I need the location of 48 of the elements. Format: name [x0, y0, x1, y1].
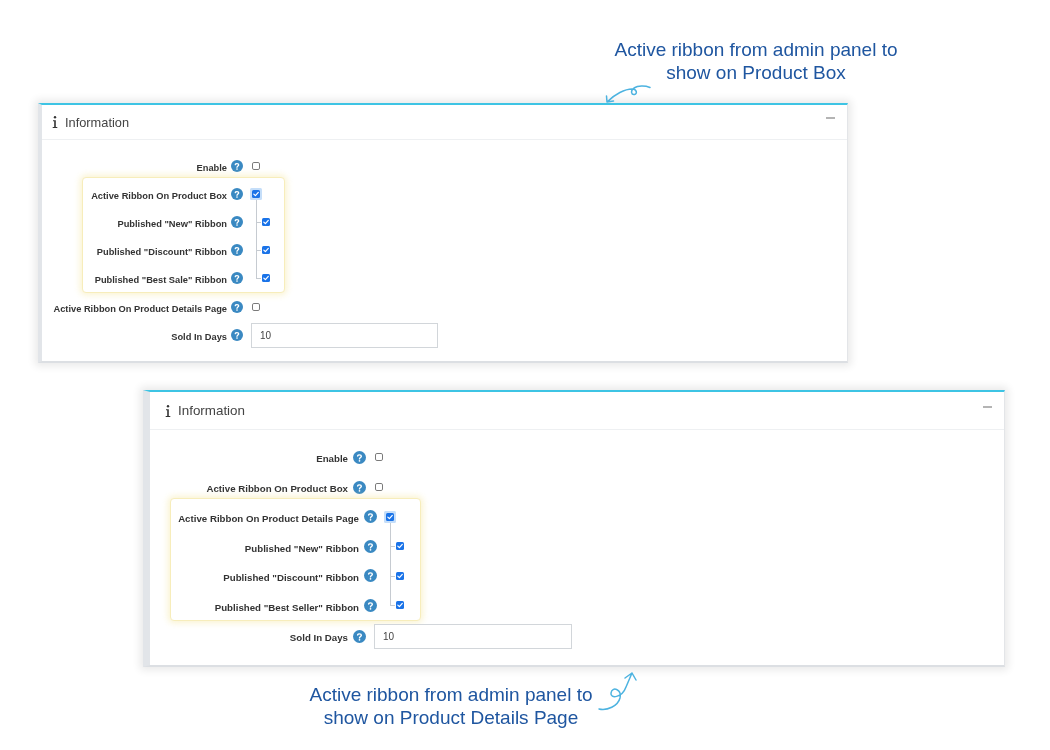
field-label: Sold In Days	[171, 332, 227, 343]
checkbox[interactable]	[252, 162, 260, 170]
checkbox[interactable]	[396, 601, 404, 610]
checkbox[interactable]	[396, 571, 404, 580]
help-icon[interactable]	[231, 301, 243, 313]
input-field[interactable]: 10	[251, 322, 438, 348]
field-label: Active Ribbon On Product Box	[91, 191, 227, 202]
help-icon[interactable]	[231, 329, 243, 341]
help-icon[interactable]	[353, 480, 366, 494]
field-label: Published "New" Ribbon	[117, 219, 227, 230]
field-label: Published "Best Seller" Ribbon	[214, 601, 359, 613]
field-label: Active Ribbon On Product Box	[206, 483, 348, 495]
help-icon[interactable]	[364, 598, 377, 612]
panel-title: Information	[65, 114, 130, 130]
input-field[interactable]: 10	[374, 623, 572, 649]
help-icon[interactable]	[353, 450, 366, 464]
minus-icon[interactable]	[983, 405, 992, 408]
annotation-text: Active ribbon from admin panel to show on Product Box	[613, 38, 899, 84]
help-icon[interactable]	[364, 539, 377, 553]
help-icon[interactable]	[231, 160, 243, 172]
checkbox[interactable]	[252, 303, 260, 311]
help-icon[interactable]	[231, 216, 243, 228]
help-icon[interactable]	[353, 629, 366, 643]
help-icon[interactable]	[231, 244, 243, 256]
checkbox[interactable]	[384, 510, 396, 523]
checkbox[interactable]	[375, 453, 383, 461]
checkbox[interactable]	[250, 188, 262, 200]
checkbox[interactable]	[396, 542, 404, 551]
help-icon[interactable]	[231, 188, 243, 200]
field-label: Enable	[316, 453, 348, 465]
field-label: Published "Discount" Ribbon	[96, 247, 227, 258]
field-label: Published "Discount" Ribbon	[223, 572, 359, 584]
info-icon	[165, 404, 171, 417]
help-icon[interactable]	[364, 510, 377, 524]
curly-arrow-icon	[597, 670, 639, 712]
checkbox[interactable]	[375, 483, 383, 491]
field-label: Active Ribbon On Product Details Page	[53, 304, 227, 315]
help-icon[interactable]	[231, 272, 243, 284]
field-label: Published "Best Sale" Ribbon	[94, 275, 227, 286]
curly-arrow-icon	[603, 85, 651, 103]
field-label: Sold In Days	[289, 632, 348, 644]
field-label: Enable	[196, 163, 227, 174]
help-icon[interactable]	[364, 569, 377, 583]
annotation-text: Active ribbon from admin panel to show on Product Details Page	[308, 683, 594, 729]
field-label: Active Ribbon On Product Details Page	[178, 513, 359, 525]
field-label: Published "New" Ribbon	[244, 542, 359, 554]
panel-title: Information	[178, 403, 245, 418]
info-icon	[52, 116, 58, 128]
